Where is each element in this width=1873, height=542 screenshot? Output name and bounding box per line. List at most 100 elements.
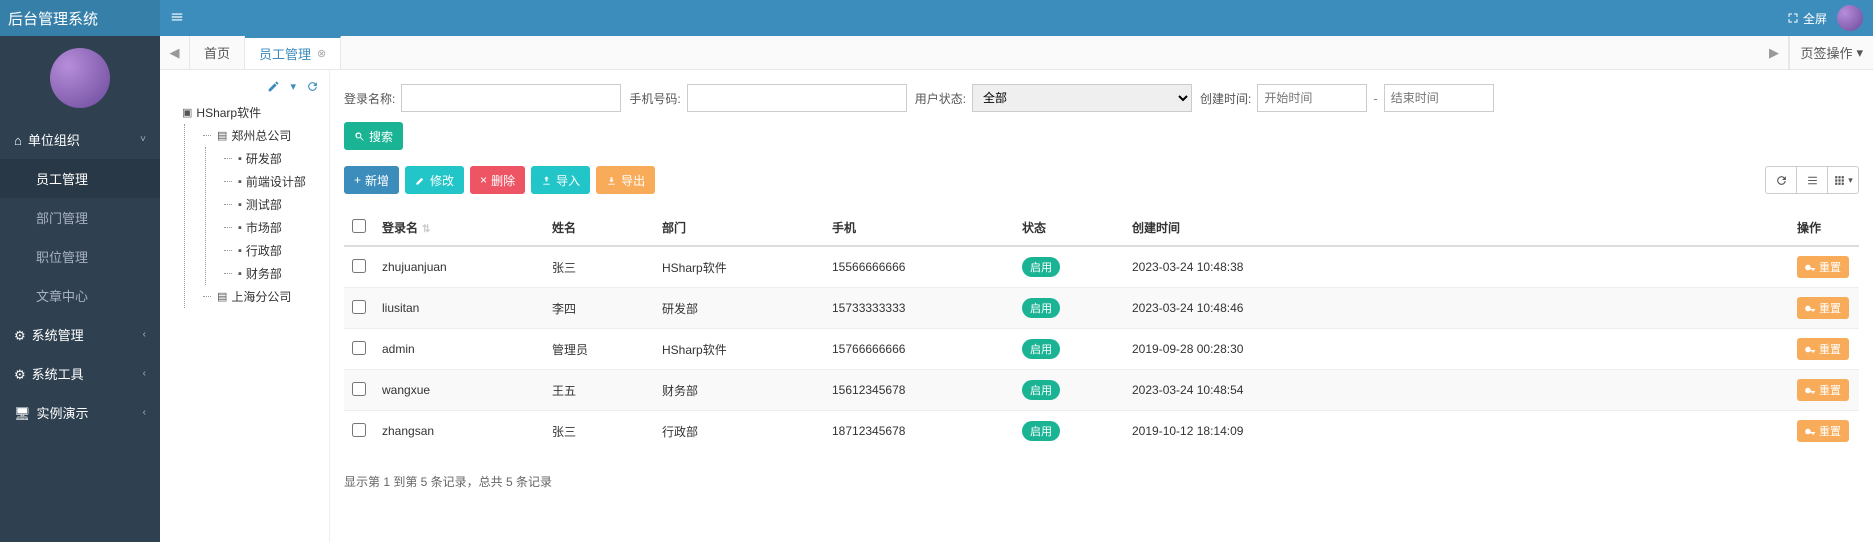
key-icon bbox=[1805, 426, 1816, 437]
reset-button[interactable]: 重置 bbox=[1797, 420, 1849, 442]
cell-created: 2019-10-12 18:14:09 bbox=[1124, 411, 1789, 452]
cell-mobile: 15566666666 bbox=[824, 246, 1014, 288]
tabs-next[interactable]: ▶ bbox=[1759, 36, 1789, 69]
row-checkbox[interactable] bbox=[352, 259, 366, 273]
reset-button[interactable]: 重置 bbox=[1797, 256, 1849, 278]
add-button[interactable]: +新增 bbox=[344, 166, 399, 194]
cell-dept: HSharp软件 bbox=[654, 246, 824, 288]
nav-group[interactable]: ⌂单位组织˅ bbox=[0, 120, 160, 159]
status-badge: 启用 bbox=[1022, 339, 1060, 359]
tree-node[interactable]: ▤郑州总公司 bbox=[199, 124, 325, 147]
table-columns[interactable]: ▾ bbox=[1827, 166, 1859, 194]
cell-name: 李四 bbox=[544, 288, 654, 329]
cell-created: 2019-09-28 00:28:30 bbox=[1124, 329, 1789, 370]
delete-button[interactable]: ×删除 bbox=[470, 166, 525, 194]
table-row[interactable]: liusitan李四研发部15733333333启用2023-03-24 10:… bbox=[344, 288, 1859, 329]
table-toggle[interactable] bbox=[1796, 166, 1828, 194]
col-login[interactable]: 登录名 bbox=[382, 221, 418, 235]
tree-node[interactable]: ▣HSharp软件 bbox=[178, 101, 325, 124]
row-checkbox[interactable] bbox=[352, 341, 366, 355]
login-input[interactable] bbox=[401, 84, 621, 112]
nav-group[interactable]: ⚙系统工具‹ bbox=[0, 354, 160, 393]
menu-toggle[interactable] bbox=[170, 10, 184, 27]
tree-node[interactable]: ▪测试部 bbox=[220, 193, 325, 216]
tree-node[interactable]: ▪研发部 bbox=[220, 147, 325, 170]
expand-icon bbox=[1787, 12, 1799, 24]
table-row[interactable]: admin管理员HSharp软件15766666666启用2019-09-28 … bbox=[344, 329, 1859, 370]
nav-icon: ⚙ bbox=[14, 367, 26, 382]
tree-node[interactable]: ▪前端设计部 bbox=[220, 170, 325, 193]
tree-caret-icon[interactable]: ▾ bbox=[290, 80, 296, 93]
nav-group[interactable]: ⚙系统管理‹ bbox=[0, 315, 160, 354]
table-row[interactable]: zhujuanjuan张三HSharp软件15566666666启用2023-0… bbox=[344, 246, 1859, 288]
tab[interactable]: 员工管理⊗ bbox=[245, 36, 341, 69]
nav-item[interactable]: 员工管理 bbox=[0, 159, 160, 198]
app-title: 后台管理系统 bbox=[0, 0, 160, 36]
cell-login: liusitan bbox=[374, 288, 544, 329]
login-label: 登录名称: bbox=[344, 90, 395, 107]
tree-node[interactable]: ▪行政部 bbox=[220, 239, 325, 262]
cell-dept: 行政部 bbox=[654, 411, 824, 452]
tab[interactable]: 首页 bbox=[190, 36, 245, 69]
time-end-input[interactable] bbox=[1384, 84, 1494, 112]
tree-refresh-icon[interactable] bbox=[306, 80, 319, 93]
tabs-prev[interactable]: ◀ bbox=[160, 36, 190, 69]
time-sep: - bbox=[1373, 91, 1377, 106]
reset-button[interactable]: 重置 bbox=[1797, 338, 1849, 360]
col-mobile[interactable]: 手机 bbox=[824, 210, 1014, 246]
sidebar: 后台管理系统 ⌂单位组织˅员工管理部门管理职位管理文章中心⚙系统管理‹⚙系统工具… bbox=[0, 0, 160, 542]
reset-button[interactable]: 重置 bbox=[1797, 379, 1849, 401]
nav-icon: ⚙ bbox=[14, 328, 26, 343]
cell-created: 2023-03-24 10:48:38 bbox=[1124, 246, 1789, 288]
upload-icon bbox=[541, 175, 552, 186]
tabs-ops-label: 页签操作 bbox=[1800, 43, 1852, 62]
key-icon bbox=[1805, 303, 1816, 314]
table-row[interactable]: wangxue王五财务部15612345678启用2023-03-24 10:4… bbox=[344, 370, 1859, 411]
col-status[interactable]: 状态 bbox=[1014, 210, 1124, 246]
col-created[interactable]: 创建时间 bbox=[1124, 210, 1789, 246]
col-name[interactable]: 姓名 bbox=[544, 210, 654, 246]
col-dept[interactable]: 部门 bbox=[654, 210, 824, 246]
tree-edit-icon[interactable] bbox=[267, 80, 280, 93]
row-checkbox[interactable] bbox=[352, 423, 366, 437]
time-start-input[interactable] bbox=[1257, 84, 1367, 112]
tree-node[interactable]: ▪市场部 bbox=[220, 216, 325, 239]
select-all-checkbox[interactable] bbox=[352, 219, 366, 233]
nav-group[interactable]: 🖥实例演示‹ bbox=[0, 393, 160, 432]
key-icon bbox=[1805, 385, 1816, 396]
tree-node[interactable]: ▪财务部 bbox=[220, 262, 325, 285]
nav-item[interactable]: 部门管理 bbox=[0, 198, 160, 237]
export-button[interactable]: 导出 bbox=[596, 166, 655, 194]
fullscreen-button[interactable]: 全屏 bbox=[1787, 10, 1827, 27]
chevron-icon: ‹ bbox=[143, 329, 146, 340]
fullscreen-label: 全屏 bbox=[1803, 10, 1827, 27]
status-badge: 启用 bbox=[1022, 257, 1060, 277]
cell-mobile: 15733333333 bbox=[824, 288, 1014, 329]
user-avatar[interactable] bbox=[1837, 5, 1863, 31]
cell-login: admin bbox=[374, 329, 544, 370]
edit-button[interactable]: 修改 bbox=[405, 166, 464, 194]
close-icon[interactable]: ⊗ bbox=[317, 47, 326, 60]
nav-icon: ⌂ bbox=[14, 133, 22, 148]
cell-mobile: 15766666666 bbox=[824, 329, 1014, 370]
search-button[interactable]: 搜索 bbox=[344, 122, 403, 150]
status-select[interactable]: 全部 bbox=[972, 84, 1192, 112]
nav-item[interactable]: 职位管理 bbox=[0, 237, 160, 276]
row-checkbox[interactable] bbox=[352, 382, 366, 396]
cell-name: 王五 bbox=[544, 370, 654, 411]
col-ops[interactable]: 操作 bbox=[1789, 210, 1859, 246]
sidebar-avatar bbox=[0, 36, 160, 120]
caret-down-icon: ▾ bbox=[1856, 45, 1863, 61]
import-button[interactable]: 导入 bbox=[531, 166, 590, 194]
table-row[interactable]: zhangsan张三行政部18712345678启用2019-10-12 18:… bbox=[344, 411, 1859, 452]
mobile-input[interactable] bbox=[687, 84, 907, 112]
tabs-bar: ◀ 首页员工管理⊗ ▶ 页签操作 ▾ bbox=[160, 36, 1873, 70]
tree-node[interactable]: ▤上海分公司 bbox=[199, 285, 325, 308]
file-icon: ▪ bbox=[238, 153, 242, 165]
table-refresh[interactable] bbox=[1765, 166, 1797, 194]
reset-button[interactable]: 重置 bbox=[1797, 297, 1849, 319]
list-icon bbox=[1806, 174, 1819, 187]
nav-item[interactable]: 文章中心 bbox=[0, 276, 160, 315]
row-checkbox[interactable] bbox=[352, 300, 366, 314]
tabs-ops-dropdown[interactable]: 页签操作 ▾ bbox=[1789, 36, 1873, 69]
